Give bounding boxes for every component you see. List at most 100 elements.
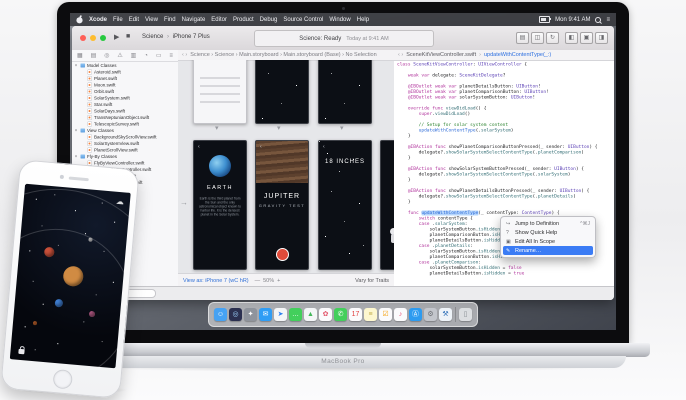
menubar-item[interactable]: Find — [161, 17, 179, 23]
action-menu-item[interactable]: ▣ Edit All In Scope — [503, 237, 593, 246]
jupiter-subtitle: GRAVITY TEST — [256, 203, 308, 208]
macbook-screen-bezel: XcodeFileEditViewFindNavigateEditorProdu… — [57, 2, 629, 343]
menubar-item[interactable]: Navigate — [179, 17, 209, 23]
system-preferences-icon[interactable]: ⚙ — [424, 308, 437, 321]
editor-mode-button[interactable]: ↻ — [546, 32, 559, 44]
menubar-item[interactable]: File — [110, 17, 126, 23]
navigator-tab-icon[interactable]: ◎ — [104, 52, 109, 59]
navigator-tab-icon[interactable]: ▥ — [131, 52, 137, 59]
spotlight-icon[interactable] — [595, 17, 601, 23]
panel-toggle-button[interactable]: ◨ — [595, 32, 608, 44]
cloud-icon[interactable]: ☁ — [116, 197, 125, 207]
menubar-item[interactable]: Window — [326, 17, 353, 23]
stop-button[interactable]: ■ — [126, 33, 130, 40]
menubar-item[interactable]: Debug — [257, 17, 281, 23]
ib-breadcrumb[interactable]: Science › Science › Main.storyboard › Ma… — [190, 52, 376, 58]
storyboard-scene-partial-2[interactable] — [255, 60, 309, 124]
storyboard-scene-partial-4[interactable] — [380, 140, 394, 270]
storyboard-scene-jupiter[interactable]: ‹ JUPITER GRAVITY TEST — [255, 140, 309, 270]
panel-toggle-button[interactable]: ▣ — [580, 32, 593, 44]
menubar-item[interactable]: Help — [354, 17, 372, 23]
menubar-item[interactable]: Xcode — [86, 17, 110, 23]
file-name: Model Classes — [87, 63, 117, 68]
apple-menu-icon[interactable] — [76, 15, 83, 24]
zoom-in-button[interactable]: + — [277, 278, 280, 284]
minimize-button[interactable] — [90, 35, 96, 41]
launchpad-icon[interactable]: ✦ — [244, 308, 257, 321]
back-chevron-icon[interactable]: ‹ — [198, 144, 200, 150]
navigator-tab-icon[interactable]: ◔ — [144, 53, 148, 59]
interface-builder: ‹ › Science › Science › Main.storyboard … — [178, 50, 395, 287]
zoom-out-button[interactable]: — — [255, 278, 261, 284]
menubar-item[interactable]: Edit — [126, 17, 142, 23]
storyboard-scene-earth[interactable]: ‹ EARTH Earth is the third planet from t… — [193, 140, 247, 270]
editor-mode-button[interactable]: ▤ — [516, 32, 529, 44]
navigator-tab-icon[interactable]: ▤ — [91, 52, 97, 59]
close-button[interactable] — [80, 35, 86, 41]
mail-icon[interactable]: ✉ — [259, 308, 272, 321]
menubar-clock[interactable]: Mon 9:41 AM — [555, 17, 590, 23]
disclosure-triangle-icon[interactable]: ▾ — [75, 154, 79, 159]
notification-center-icon[interactable]: ≡ — [606, 17, 610, 23]
action-menu-item[interactable]: ✎ Rename… — [503, 246, 593, 255]
maps-icon[interactable]: ▲ — [304, 308, 317, 321]
file-name: Planet.swift — [94, 76, 117, 81]
messages-icon[interactable]: … — [289, 308, 302, 321]
storyboard-scene-measure[interactable]: ‹ 18 INCHES — [318, 140, 372, 270]
storyboard-scene-partial-3[interactable] — [318, 60, 372, 124]
action-menu-item[interactable]: ↪ Jump to Definition ^⌘J — [503, 219, 593, 228]
menubar-item[interactable]: Editor — [208, 17, 230, 23]
back-chevron-icon[interactable]: ‹ — [260, 144, 262, 150]
menubar-item[interactable]: View — [142, 17, 161, 23]
siri-icon[interactable]: ◎ — [229, 308, 242, 321]
jump-nav-arrows-icon[interactable]: ‹ › — [182, 52, 187, 58]
action-item-label: Show Quick Help — [515, 230, 557, 236]
scheme-name: Science — [142, 34, 163, 40]
scheme-selector[interactable]: Science › iPhone 7 Plus — [142, 34, 210, 40]
xcode-icon[interactable]: ⚒ — [439, 308, 452, 321]
record-button[interactable] — [276, 248, 289, 261]
safari-icon[interactable]: ➤ — [274, 308, 287, 321]
facetime-icon[interactable]: ✆ — [334, 308, 347, 321]
navigator-tab-icon[interactable]: ≡ — [169, 53, 173, 59]
action-menu-item[interactable]: ? Show Quick Help — [503, 228, 593, 237]
symbol-breadcrumb[interactable]: updateWithContentType(_:) — [484, 52, 551, 58]
disclosure-triangle-icon[interactable]: ▾ — [75, 128, 79, 133]
facetime-camera — [342, 7, 345, 10]
jump-nav-arrows-icon[interactable]: ‹ › — [398, 52, 403, 58]
earth-description: Earth is the third planet from the Sun a… — [198, 197, 242, 217]
appstore-icon[interactable]: Ⓐ — [409, 308, 422, 321]
view-as-control[interactable]: View as: iPhone 7 (wC hR) — [183, 278, 249, 284]
navigator-tab-icon[interactable]: ▭ — [156, 52, 162, 59]
macbook-base — [36, 343, 650, 357]
navigator-tab-icon[interactable]: ▦ — [77, 52, 83, 59]
file-icon — [88, 69, 93, 74]
iphone-screen[interactable]: ☁ — [10, 184, 131, 369]
menubar-item[interactable]: Product — [230, 17, 257, 23]
dock: ☺◎✦✉➤…▲✿✆17≡☑♪Ⓐ⚙⚒ ▯ — [208, 302, 478, 327]
menubar-item[interactable]: Source Control — [280, 17, 326, 23]
fullscreen-button[interactable] — [100, 35, 106, 41]
storyboard-scene-partial-1[interactable] — [193, 60, 247, 124]
reminders-icon[interactable]: ☑ — [379, 308, 392, 321]
file-breadcrumb[interactable]: SceneKitViewController.swift — [406, 52, 476, 58]
vary-for-traits-button[interactable]: Vary for Traits — [355, 278, 389, 284]
editor-mode-button[interactable]: ◫ — [531, 32, 544, 44]
action-popover: ↪ Jump to Definition ^⌘J ? Show Quick He… — [500, 216, 596, 258]
panel-toggle-button[interactable]: ◧ — [565, 32, 578, 44]
itunes-icon[interactable]: ♪ — [394, 308, 407, 321]
run-button[interactable]: ▶ — [114, 33, 119, 41]
notes-icon[interactable]: ≡ — [364, 308, 377, 321]
lock-icon — [18, 349, 24, 355]
trash-icon[interactable]: ▯ — [459, 308, 472, 321]
navigator-tab-icon[interactable]: ⚠ — [117, 52, 122, 59]
file-icon — [88, 95, 93, 100]
disclosure-triangle-icon[interactable]: ▾ — [75, 63, 79, 68]
photos-icon[interactable]: ✿ — [319, 308, 332, 321]
storyboard-canvas[interactable]: ▾ ▾ ▾ → ‹ EARTH Earth is the third plane… — [178, 60, 394, 274]
finder-icon[interactable]: ☺ — [214, 308, 227, 321]
calendar-icon[interactable]: 17 — [349, 308, 362, 321]
file-icon — [88, 102, 93, 107]
back-chevron-icon[interactable]: ‹ — [323, 144, 325, 150]
menu-bar: XcodeFileEditViewFindNavigateEditorProdu… — [70, 13, 616, 26]
